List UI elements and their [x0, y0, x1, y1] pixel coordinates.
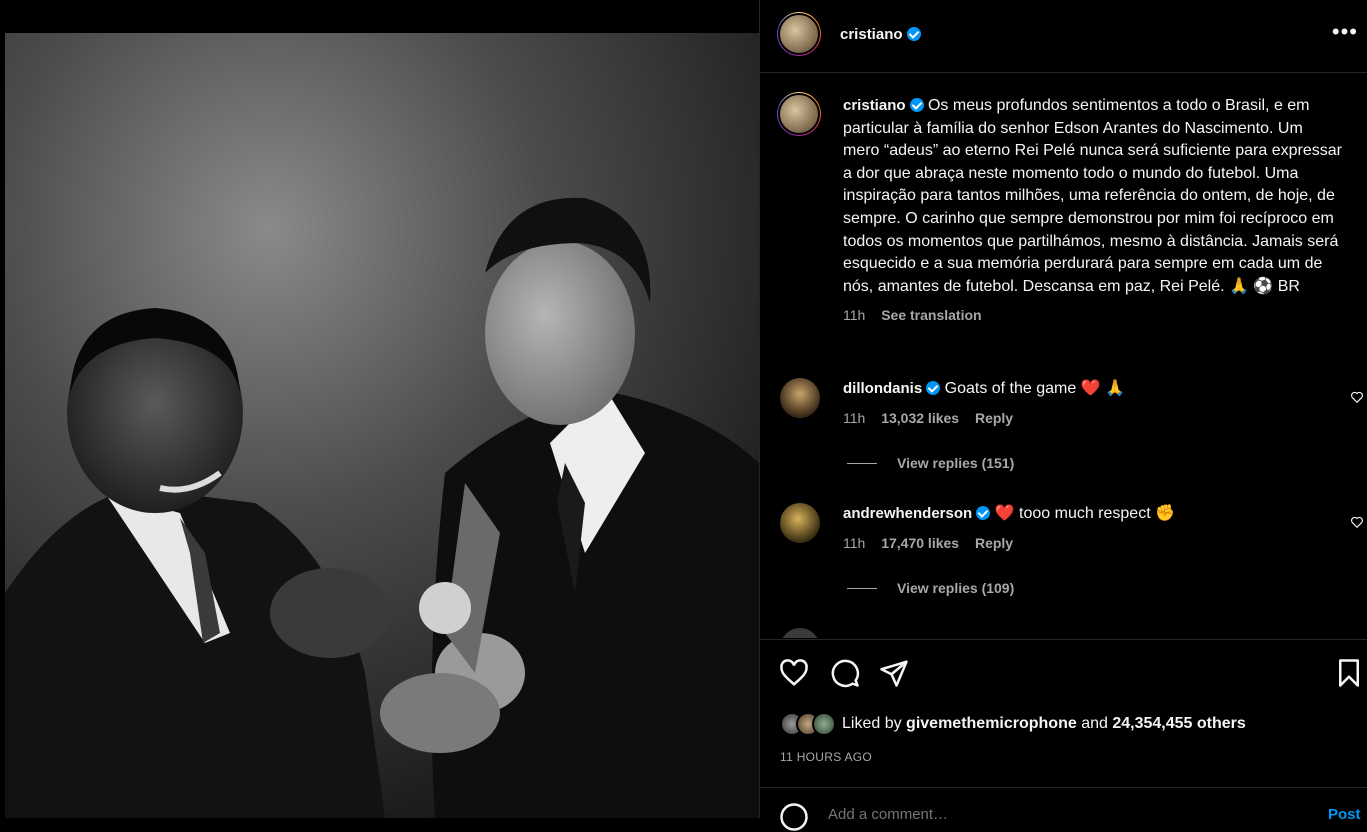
comment-meta: 11h 13,032 likes Reply — [843, 410, 1025, 426]
verified-icon — [976, 506, 991, 520]
photo-illustration — [5, 33, 759, 818]
replies-divider — [847, 462, 877, 464]
liked-by-prefix: Liked by — [842, 715, 902, 732]
likes-summary: Liked by givemethemicrophone and 24,354,… — [780, 712, 1246, 736]
add-comment-bar: Post — [760, 787, 1367, 831]
view-replies-button[interactable]: View replies (109) — [847, 580, 1014, 596]
caption-avatar[interactable] — [777, 92, 821, 136]
post-timestamp[interactable]: 11 HOURS AGO — [780, 750, 872, 764]
see-translation-button[interactable]: See translation — [881, 307, 981, 323]
post-photo[interactable] — [5, 33, 759, 818]
caption-body: Os meus profundos sentimentos a todo o B… — [843, 97, 1342, 295]
post-details-panel: cristiano ••• cristiano Os meus profundo… — [759, 0, 1367, 831]
caption-time[interactable]: 11h — [843, 307, 865, 323]
view-replies-button[interactable]: View replies (151) — [847, 455, 1014, 471]
comment-text: Goats of the game ❤️ 🙏 — [944, 380, 1125, 397]
comment-input[interactable] — [826, 805, 1280, 824]
commenter-username[interactable]: andrewhenderson — [843, 505, 972, 522]
emoji-icon[interactable] — [779, 802, 809, 832]
reply-button[interactable]: Reply — [975, 410, 1013, 426]
caption-meta: 11h See translation — [843, 304, 1343, 327]
view-replies-label: View replies (109) — [897, 580, 1015, 596]
post-header: cristiano ••• — [760, 0, 1367, 73]
post-actions-bar: Liked by givemethemicrophone and 24,354,… — [760, 639, 1367, 788]
comment-like-heart-icon[interactable] — [1350, 515, 1364, 529]
comment-text: ❤️ tooo much respect ✊ — [994, 505, 1176, 522]
more-icon[interactable]: ••• — [1332, 21, 1358, 43]
liked-by-and: and — [1081, 715, 1108, 732]
author-username[interactable]: cristiano — [840, 26, 903, 43]
replies-divider — [847, 587, 877, 589]
verified-icon — [909, 98, 924, 112]
comment-time[interactable]: 11h — [843, 410, 865, 426]
view-replies-label: View replies (151) — [897, 455, 1015, 471]
commenter-username[interactable]: dillondanis — [843, 380, 922, 397]
commenter-avatar[interactable] — [780, 378, 820, 418]
comment-icon[interactable] — [830, 658, 860, 688]
reply-button[interactable]: Reply — [975, 535, 1013, 551]
comment-meta: 11h 17,470 likes Reply — [843, 535, 1025, 551]
verified-icon — [926, 381, 941, 395]
share-icon[interactable] — [879, 658, 909, 688]
comment-like-heart-icon[interactable] — [1350, 390, 1364, 404]
comments-scroll-area[interactable]: cristiano Os meus profundos sentimentos … — [760, 73, 1367, 638]
liker-avatar — [812, 712, 836, 736]
liked-by-user[interactable]: givemethemicrophone — [906, 715, 1077, 733]
commenter-avatar[interactable] — [780, 628, 820, 638]
bookmark-icon[interactable] — [1334, 658, 1364, 688]
author-avatar[interactable] — [777, 12, 821, 56]
heart-icon[interactable] — [779, 658, 809, 688]
likes-count-others[interactable]: 24,354,455 others — [1112, 715, 1245, 733]
verified-icon — [906, 27, 921, 41]
caption-username[interactable]: cristiano — [843, 97, 906, 114]
comment-likes[interactable]: 17,470 likes — [881, 535, 959, 551]
comment-likes[interactable]: 13,032 likes — [881, 410, 959, 426]
post-media-pane — [0, 0, 759, 818]
post-comment-button[interactable]: Post — [1328, 806, 1361, 823]
post-caption: cristiano Os meus profundos sentimentos … — [843, 95, 1343, 327]
comment-time[interactable]: 11h — [843, 535, 865, 551]
commenter-avatar[interactable] — [780, 503, 820, 543]
